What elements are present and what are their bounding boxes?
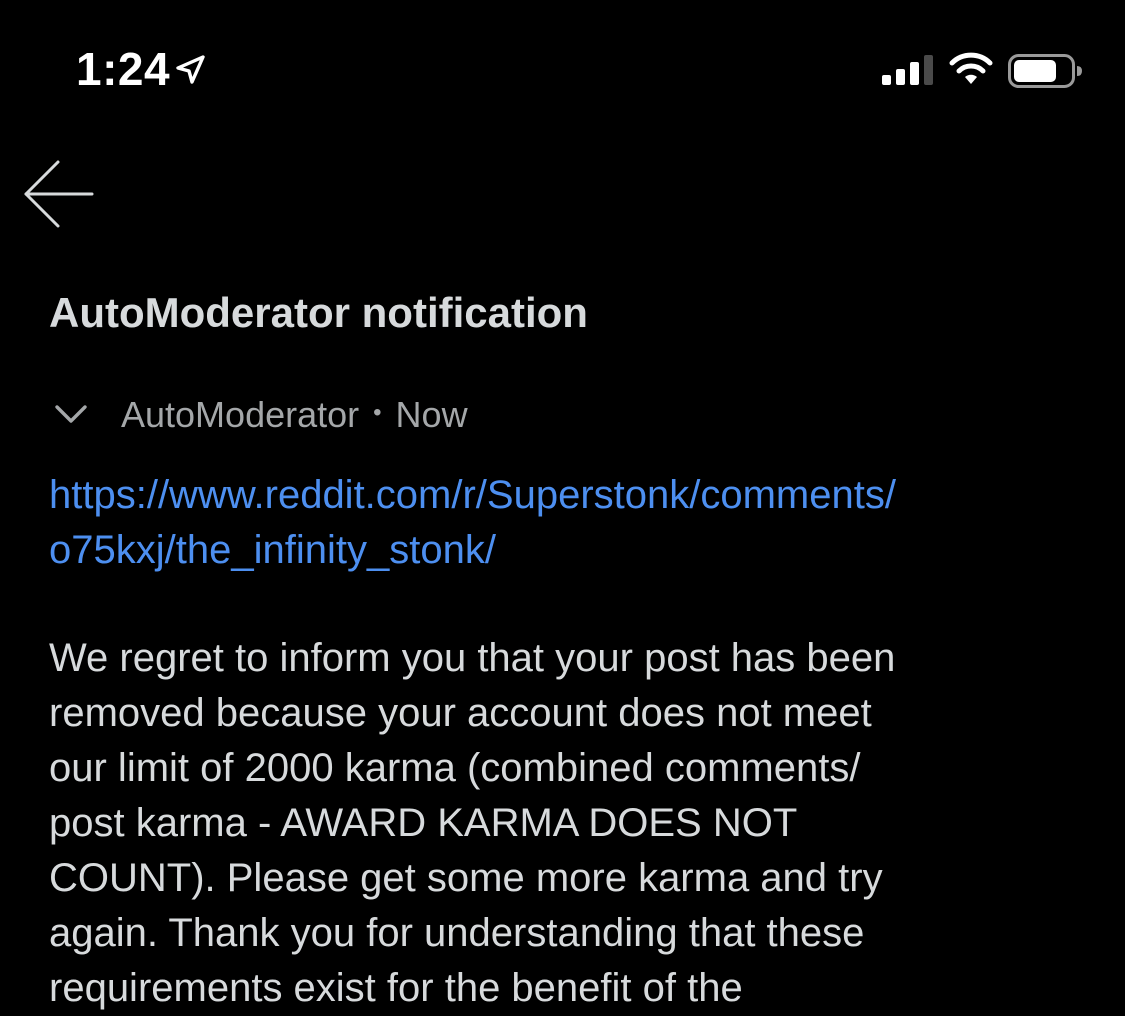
post-link-line: o75kxj/the_infinity_stonk/ <box>49 528 496 572</box>
message-timestamp: Now <box>395 394 468 435</box>
message-meta: AutoModerator • Now <box>49 390 468 440</box>
body-line: removed because your account does not me… <box>49 691 872 735</box>
body-line: COUNT). Please get some more karma and t… <box>49 856 883 900</box>
body-line: requirements exist for the benefit of th… <box>49 966 743 1010</box>
body-line: our limit of 2000 karma (combined commen… <box>49 746 861 790</box>
status-bar: 1:24 <box>0 0 1125 140</box>
body-line: post karma - AWARD KARMA DOES NOT <box>49 801 798 845</box>
post-link[interactable]: https://www.reddit.com/r/Superstonk/comm… <box>49 468 1059 578</box>
cellular-signal-icon <box>882 55 933 85</box>
message-content: https://www.reddit.com/r/Superstonk/comm… <box>49 468 1059 1016</box>
message-body: We regret to inform you that your post h… <box>49 631 1059 1016</box>
back-button[interactable] <box>18 152 102 236</box>
meta-separator: • <box>373 399 382 426</box>
page-title: AutoModerator notification <box>49 289 588 336</box>
arrow-left-icon <box>24 160 94 228</box>
chevron-down-icon[interactable] <box>49 393 93 437</box>
post-link-line: https://www.reddit.com/r/Superstonk/comm… <box>49 473 896 517</box>
status-time: 1:24 <box>76 43 171 95</box>
wifi-icon <box>949 52 993 84</box>
body-line: We regret to inform you that your post h… <box>49 636 896 680</box>
location-arrow-icon <box>176 55 205 84</box>
author-name[interactable]: AutoModerator <box>121 394 359 436</box>
body-line: again. Thank you for understanding that … <box>49 911 865 955</box>
battery-icon <box>1008 54 1082 88</box>
